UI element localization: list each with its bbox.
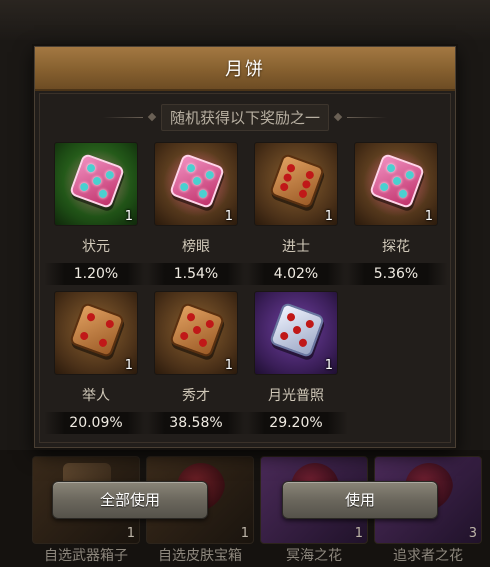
dice-icon [168, 301, 226, 359]
reward-item[interactable]: 1 探花 5.36% [344, 142, 448, 285]
divider-line [102, 116, 143, 118]
reward-probability: 1.20% [44, 263, 148, 285]
item-count: 1 [124, 358, 133, 373]
item-count: 1 [124, 209, 133, 224]
subtitle-banner: 随机获得以下奖励之一 [35, 103, 455, 131]
dice-icon [68, 301, 126, 359]
reward-name: 举人 [82, 388, 110, 404]
item-count: 1 [324, 209, 333, 224]
bg-item-name: 追求者之花 [393, 548, 463, 564]
reward-probability: 5.36% [344, 263, 448, 285]
reward-item[interactable]: 1 状元 1.20% [44, 142, 148, 285]
reward-name: 榜眼 [182, 239, 210, 255]
bg-item-count: 1 [126, 526, 135, 541]
reward-item[interactable]: 1 榜眼 1.54% [144, 142, 248, 285]
bg-item-count: 1 [240, 526, 249, 541]
reward-name: 进士 [282, 239, 310, 255]
background-header [0, 0, 490, 40]
bg-item-name: 冥海之花 [286, 548, 342, 564]
divider-line [347, 116, 387, 118]
diamond-ornament-icon [333, 112, 343, 122]
dice-icon [268, 152, 326, 210]
reward-slot[interactable]: 1 [54, 142, 138, 226]
item-count: 1 [424, 209, 433, 224]
use-button[interactable]: 使用 [282, 481, 438, 519]
reward-item[interactable]: 1 进士 4.02% [244, 142, 348, 285]
bg-item-count: 1 [354, 526, 363, 541]
reward-item[interactable]: 1 举人 20.09% [44, 291, 148, 434]
bg-item-name: 自选皮肤宝箱 [158, 548, 242, 564]
reward-probability: 38.58% [144, 412, 248, 434]
reward-name: 秀才 [182, 388, 210, 404]
bg-item-count: 3 [468, 526, 477, 541]
panel-header: 月饼 [35, 47, 455, 91]
panel-subtitle: 随机获得以下奖励之一 [160, 103, 329, 131]
reward-slot[interactable]: 1 [354, 142, 438, 226]
diamond-ornament-icon [147, 112, 157, 122]
reward-probability: 4.02% [244, 263, 348, 285]
reward-probability: 1.54% [144, 263, 248, 285]
item-count: 1 [224, 358, 233, 373]
reward-name: 月光普照 [268, 388, 324, 404]
reward-slot[interactable]: 1 [154, 142, 238, 226]
reward-item[interactable]: 1 月光普照 29.20% [244, 291, 348, 434]
reward-probability: 29.20% [244, 412, 348, 434]
reward-slot[interactable]: 1 [54, 291, 138, 375]
reward-slot[interactable]: 1 [254, 142, 338, 226]
reward-probability: 20.09% [44, 412, 148, 434]
item-count: 1 [224, 209, 233, 224]
panel-title: 月饼 [225, 59, 265, 80]
reward-name: 状元 [82, 239, 110, 255]
bg-item-name: 自选武器箱子 [44, 548, 128, 564]
reward-slot[interactable]: 1 [154, 291, 238, 375]
reward-name: 探花 [382, 239, 410, 255]
item-count: 1 [324, 358, 333, 373]
use-all-button[interactable]: 全部使用 [52, 481, 208, 519]
reward-item[interactable]: 1 秀才 38.58% [144, 291, 248, 434]
reward-preview-panel: 月饼 随机获得以下奖励之一 1 状元 1.20% 1 榜眼 1.54% 1 进士… [34, 46, 456, 448]
dice-icon [268, 301, 326, 359]
reward-slot[interactable]: 1 [254, 291, 338, 375]
